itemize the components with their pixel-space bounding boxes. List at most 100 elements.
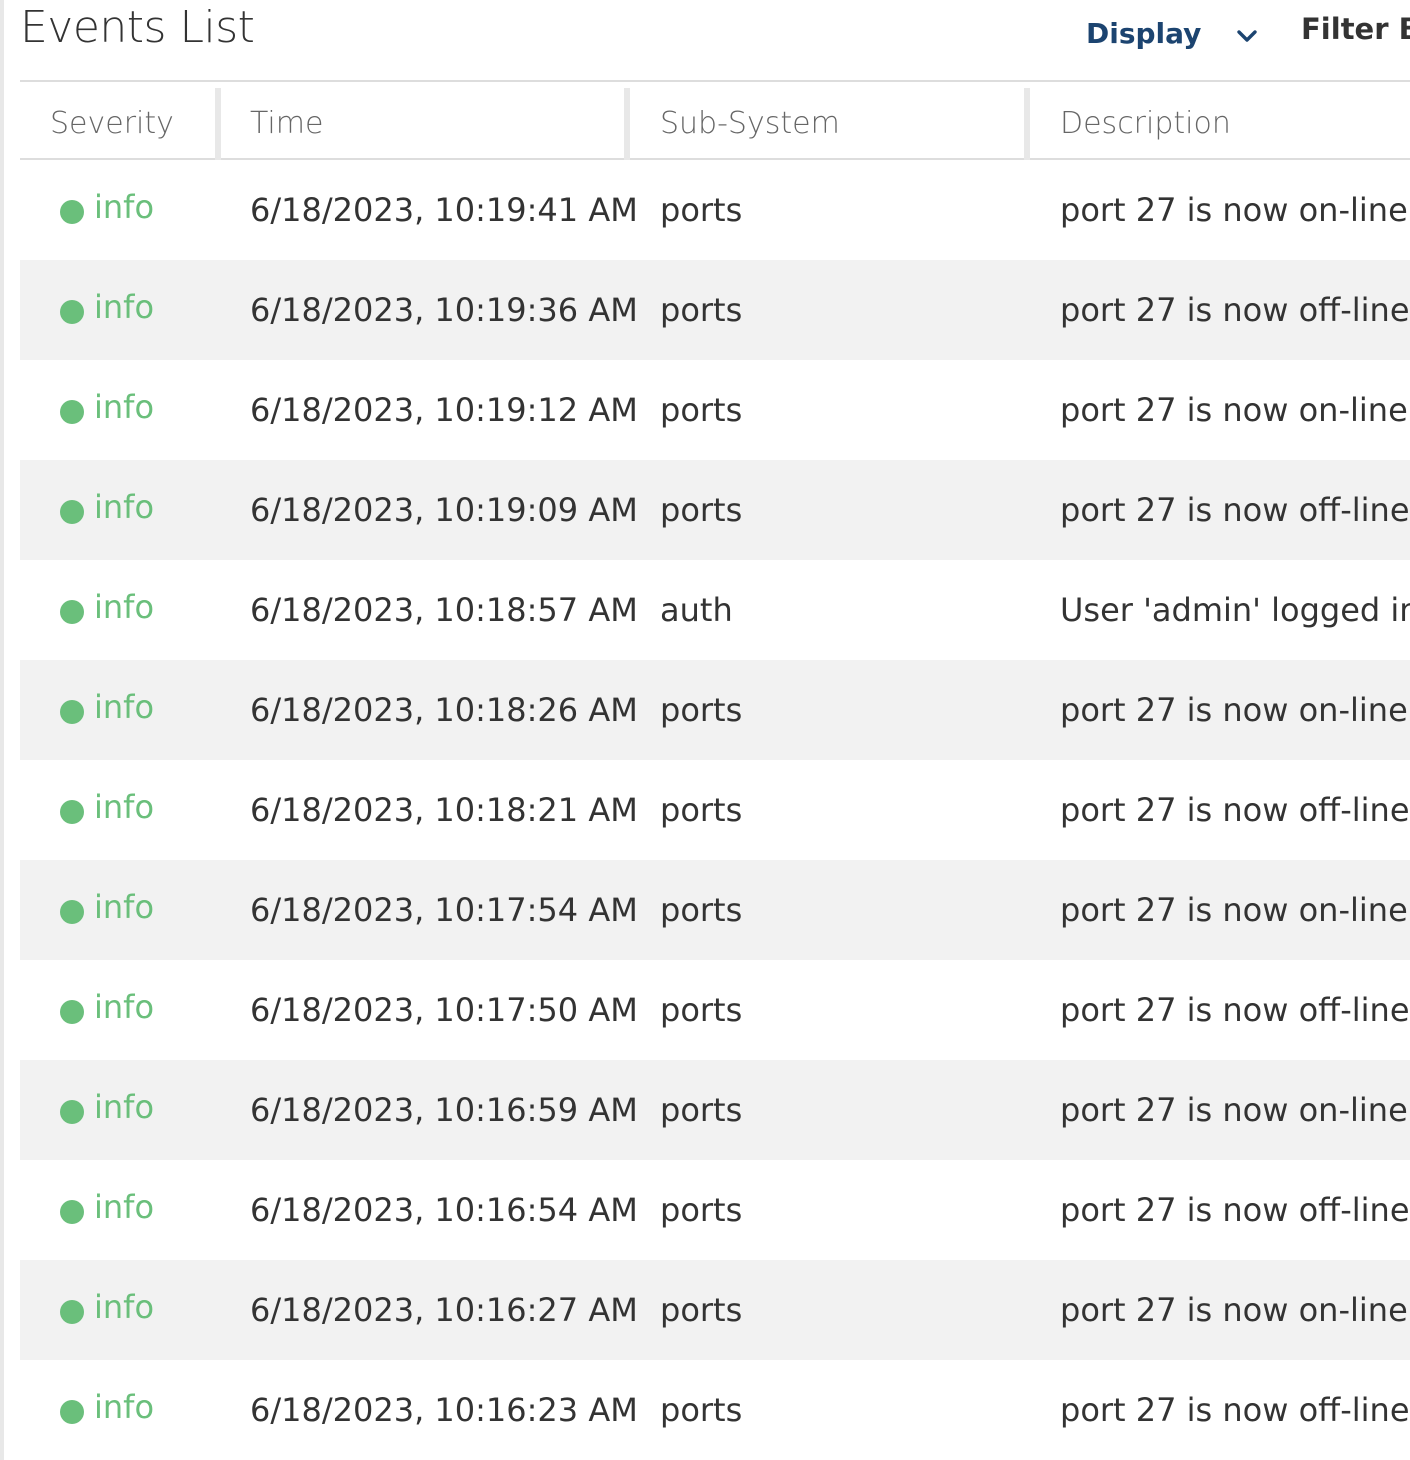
description-cell: port 27 is now off-line (1060, 291, 1410, 329)
severity-cell: info (60, 460, 154, 560)
severity-label: info (94, 1288, 155, 1326)
status-dot-icon (60, 1300, 84, 1324)
table-row[interactable]: info 6/18/2023, 10:17:50 AM ports port 27 i… (20, 960, 1410, 1060)
filter-by-button[interactable]: Filter By (1301, 12, 1410, 46)
table-row[interactable]: info 6/18/2023, 10:17:54 AM ports port 27 i… (20, 860, 1410, 960)
severity-label: info (94, 1188, 155, 1226)
description-cell: port 27 is now off-line (1060, 1391, 1410, 1429)
severity-label: info (94, 288, 155, 326)
subsystem-cell: ports (660, 891, 743, 929)
table-body: info 6/18/2023, 10:19:41 AM ports port 27 i… (20, 160, 1410, 1460)
description-cell: port 27 is now on-line (1060, 1091, 1408, 1129)
status-dot-icon (60, 200, 84, 224)
severity-label: info (94, 888, 155, 926)
column-resize-handle[interactable] (624, 88, 630, 160)
severity-label: info (94, 788, 155, 826)
severity-cell: info (60, 1260, 154, 1360)
subsystem-cell: ports (660, 991, 743, 1029)
table-row[interactable]: info 6/18/2023, 10:18:26 AM ports port 27 i… (20, 660, 1410, 760)
column-header-time[interactable]: Time (250, 84, 323, 158)
subsystem-cell: ports (660, 191, 743, 229)
left-border (0, 0, 4, 1460)
description-cell: port 27 is now off-line (1060, 491, 1410, 529)
description-cell: port 27 is now on-line (1060, 691, 1408, 729)
time-cell: 6/18/2023, 10:16:23 AM (250, 1391, 638, 1429)
table-row[interactable]: info 6/18/2023, 10:16:59 AM ports port 27 i… (20, 1060, 1410, 1160)
description-cell: port 27 is now off-line (1060, 991, 1410, 1029)
display-dropdown[interactable]: Display (1086, 8, 1259, 58)
severity-cell: info (60, 860, 154, 960)
status-dot-icon (60, 600, 84, 624)
severity-label: info (94, 988, 155, 1026)
page-title: Events List (20, 2, 255, 53)
table-row[interactable]: info 6/18/2023, 10:19:12 AM ports port 27 i… (20, 360, 1410, 460)
table-header: Severity Time Sub-System Description (20, 84, 1410, 160)
table-row[interactable]: info 6/18/2023, 10:19:41 AM ports port 27 i… (20, 160, 1410, 260)
severity-label: info (94, 488, 155, 526)
subsystem-cell: ports (660, 491, 743, 529)
time-cell: 6/18/2023, 10:17:54 AM (250, 891, 638, 929)
severity-cell: info (60, 260, 154, 360)
severity-cell: info (60, 560, 154, 660)
time-cell: 6/18/2023, 10:16:27 AM (250, 1291, 638, 1329)
description-cell: port 27 is now on-line (1060, 391, 1408, 429)
status-dot-icon (60, 1000, 84, 1024)
events-table: Severity Time Sub-System Description inf… (20, 84, 1410, 1460)
time-cell: 6/18/2023, 10:16:59 AM (250, 1091, 638, 1129)
description-cell: port 27 is now on-line (1060, 191, 1408, 229)
status-dot-icon (60, 300, 84, 324)
subsystem-cell: ports (660, 1291, 743, 1329)
severity-label: info (94, 588, 155, 626)
table-row[interactable]: info 6/18/2023, 10:18:57 AM auth User 'admi… (20, 560, 1410, 660)
description-cell: port 27 is now on-line (1060, 1291, 1408, 1329)
status-dot-icon (60, 1100, 84, 1124)
severity-cell: info (60, 1060, 154, 1160)
status-dot-icon (60, 500, 84, 524)
status-dot-icon (60, 1200, 84, 1224)
subsystem-cell: ports (660, 691, 743, 729)
status-dot-icon (60, 1400, 84, 1424)
table-row[interactable]: info 6/18/2023, 10:16:54 AM ports port 27 i… (20, 1160, 1410, 1260)
status-dot-icon (60, 400, 84, 424)
column-resize-handle[interactable] (215, 88, 221, 160)
display-label: Display (1086, 16, 1202, 50)
table-row[interactable]: info 6/18/2023, 10:19:36 AM ports port 27 i… (20, 260, 1410, 360)
severity-cell: info (60, 660, 154, 760)
table-row[interactable]: info 6/18/2023, 10:19:09 AM ports port 27 i… (20, 460, 1410, 560)
severity-cell: info (60, 1360, 154, 1460)
time-cell: 6/18/2023, 10:16:54 AM (250, 1191, 638, 1229)
table-row[interactable]: info 6/18/2023, 10:18:21 AM ports port 27 i… (20, 760, 1410, 860)
severity-label: info (94, 688, 155, 726)
column-header-subsystem[interactable]: Sub-System (660, 84, 840, 158)
events-header: Events List Display Filter By (20, 0, 1410, 82)
severity-cell: info (60, 360, 154, 460)
time-cell: 6/18/2023, 10:19:09 AM (250, 491, 638, 529)
table-row[interactable]: info 6/18/2023, 10:16:27 AM ports port 27 i… (20, 1260, 1410, 1360)
time-cell: 6/18/2023, 10:17:50 AM (250, 991, 638, 1029)
subsystem-cell: ports (660, 1391, 743, 1429)
time-cell: 6/18/2023, 10:18:26 AM (250, 691, 638, 729)
column-header-description[interactable]: Description (1060, 84, 1231, 158)
description-cell: port 27 is now off-line (1060, 1191, 1410, 1229)
column-resize-handle[interactable] (1024, 88, 1030, 160)
status-dot-icon (60, 900, 84, 924)
severity-cell: info (60, 1160, 154, 1260)
time-cell: 6/18/2023, 10:19:41 AM (250, 191, 638, 229)
description-cell: User 'admin' logged in f (1060, 591, 1410, 629)
table-row[interactable]: info 6/18/2023, 10:16:23 AM ports port 27 i… (20, 1360, 1410, 1460)
severity-cell: info (60, 960, 154, 1060)
time-cell: 6/18/2023, 10:18:57 AM (250, 591, 638, 629)
severity-label: info (94, 388, 155, 426)
column-header-severity[interactable]: Severity (50, 84, 174, 158)
subsystem-cell: ports (660, 1091, 743, 1129)
time-cell: 6/18/2023, 10:19:36 AM (250, 291, 638, 329)
subsystem-cell: ports (660, 791, 743, 829)
severity-label: info (94, 1388, 155, 1426)
status-dot-icon (60, 800, 84, 824)
description-cell: port 27 is now on-line (1060, 891, 1408, 929)
severity-cell: info (60, 160, 154, 260)
chevron-down-icon (1237, 30, 1258, 42)
time-cell: 6/18/2023, 10:18:21 AM (250, 791, 638, 829)
subsystem-cell: auth (660, 591, 733, 629)
severity-label: info (94, 188, 155, 226)
